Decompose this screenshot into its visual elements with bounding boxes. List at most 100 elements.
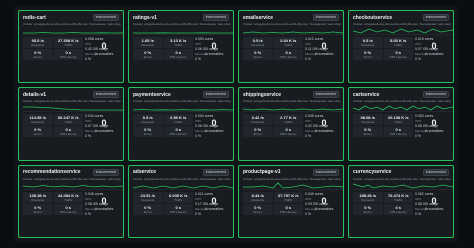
metrics-grid: 8.44 /s Requests 37.797 K /s Traffic 0 %… — [243, 191, 303, 215]
service-card[interactable]: redis-cart Instrumented Cluster: wiregat… — [18, 10, 124, 84]
traffic-metric: 2.77 K /s Traffic — [273, 114, 303, 126]
metric-label: Traffic — [284, 120, 293, 125]
anomalies-summary[interactable]: 0 Anomalies — [89, 196, 119, 211]
anomalies-label: Anomalies — [424, 205, 444, 211]
service-name[interactable]: recommendationservice — [23, 169, 81, 175]
errors-metric: 0 % Errors — [23, 203, 53, 215]
metric-label: Requests — [251, 120, 265, 125]
service-name[interactable]: shippingservice — [243, 92, 281, 98]
anomalies-label: Anomalies — [204, 128, 224, 134]
instrumented-badge: Instrumented — [92, 168, 119, 176]
service-card[interactable]: details-v1 Instrumented Cluster: wiregat… — [18, 87, 124, 161]
anomalies-summary[interactable]: 0 Anomalies — [89, 118, 119, 133]
anomalies-count: 0 — [101, 41, 107, 51]
service-name[interactable]: ratings-v1 — [133, 15, 157, 21]
instrumented-badge: Instrumented — [422, 91, 449, 99]
metrics-grid: 93.5 /s Requests 27.308 K /s Traffic 0 %… — [23, 37, 83, 60]
instrumented-badge: Instrumented — [92, 14, 119, 21]
anomalies-summary[interactable]: 0 Anomalies — [199, 118, 229, 133]
traffic-metric: 3.13 K /s Traffic — [163, 37, 193, 48]
traffic-metric: 27.308 K /s Traffic — [53, 37, 83, 48]
metric-label: Traffic — [394, 120, 403, 125]
metric-label: P95 Latency — [279, 55, 297, 59]
metrics-grid: 185.28 /s Requests 76.474 K /s Traffic 0… — [353, 191, 413, 215]
anomalies-count: 0 — [101, 118, 107, 129]
anomalies-summary[interactable]: 0 Anomalies — [199, 196, 229, 211]
service-card[interactable]: checkoutservice Instrumented Cluster: wi… — [348, 10, 454, 84]
anomalies-summary[interactable]: 0 Anomalies — [89, 41, 119, 56]
anomalies-summary[interactable]: 0 Anomalies — [309, 41, 339, 56]
sparkline-chart — [23, 106, 123, 113]
metric-label: P95 Latency — [279, 132, 297, 137]
service-name[interactable]: emailservice — [243, 15, 273, 21]
service-name[interactable]: adservice — [133, 169, 156, 175]
anomalies-count: 0 — [211, 118, 217, 129]
metric-label: Requests — [31, 120, 45, 125]
latency-metric: 0 s P95 Latency — [273, 203, 303, 215]
metrics-grid: 23.51 /s Requests 6.035 K /s Traffic 0 %… — [133, 191, 193, 215]
service-name[interactable]: currencyservice — [353, 169, 391, 175]
latency-metric: 0 s P95 Latency — [273, 126, 303, 138]
memory-percent: 0 % — [195, 211, 202, 216]
service-name[interactable]: productpage-v1 — [243, 169, 281, 175]
sparkline-chart — [353, 105, 453, 113]
metric-label: Errors — [33, 209, 42, 214]
anomalies-summary[interactable]: 0 Anomalies — [419, 41, 449, 56]
sparkline-series — [243, 108, 343, 111]
latency-metric: 0 s P95 Latency — [53, 203, 83, 215]
service-card[interactable]: ratings-v1 Instrumented Cluster: wiregat… — [128, 10, 234, 84]
service-card[interactable]: recommendationservice Instrumented Clust… — [18, 164, 124, 238]
sparkline-chart — [133, 109, 233, 113]
service-card[interactable]: adservice Instrumented Cluster: wiregate… — [128, 164, 234, 238]
service-card[interactable]: productpage-v1 Instrumented Cluster: wir… — [238, 164, 344, 238]
latency-metric: 0 s P95 Latency — [163, 49, 193, 60]
card-header: emailservice Instrumented — [239, 11, 343, 22]
anomalies-summary[interactable]: 0 Anomalies — [199, 41, 229, 56]
traffic-metric: 76.474 K /s Traffic — [383, 191, 413, 203]
memory-percent: 0 % — [195, 134, 202, 139]
metrics-grid: 114.55 /s Requests 66.247 K /s Traffic 0… — [23, 114, 83, 138]
card-header: cartservice Instrumented — [349, 88, 453, 99]
card-subtitle: Cluster: wiregate-demo-ebs-socks-eu02-k8… — [243, 176, 341, 181]
requests-metric: 23.51 /s Requests — [133, 191, 163, 203]
anomalies-label: Anomalies — [314, 205, 334, 211]
requests-metric: 114.55 /s Requests — [23, 114, 53, 126]
anomalies-summary[interactable]: 0 Anomalies — [419, 118, 449, 133]
card-subtitle: Cluster: wiregate-demo-ebs-socks-eu02-k8… — [23, 99, 121, 104]
instrumented-badge: Instrumented — [422, 14, 449, 21]
service-card[interactable]: currencyservice Instrumented Cluster: wi… — [348, 164, 454, 238]
sparkline-series — [243, 31, 343, 34]
memory-percent: 0 % — [415, 211, 422, 216]
metrics-grid: 0.5 /s Requests 8.03 K /s Traffic 0 % Er… — [353, 37, 413, 60]
metric-label: Errors — [253, 55, 262, 59]
instrumented-badge: Instrumented — [312, 91, 339, 99]
service-card[interactable]: emailservice Instrumented Cluster: wireg… — [238, 10, 344, 84]
metric-label: Traffic — [64, 43, 73, 47]
anomalies-label: Anomalies — [94, 128, 114, 134]
metrics-grid: 3.42 /s Requests 2.77 K /s Traffic 0 % E… — [243, 114, 303, 138]
anomalies-count: 0 — [101, 195, 107, 206]
requests-metric: 1.65 /s Requests — [133, 37, 163, 48]
service-card[interactable]: paymentservice Instrumented Cluster: wir… — [128, 87, 234, 161]
service-name[interactable]: paymentservice — [133, 92, 171, 98]
memory-percent: 0 % — [415, 57, 422, 61]
sparkline-chart — [133, 185, 233, 190]
anomalies-summary[interactable]: 0 Anomalies — [419, 196, 449, 211]
metric-label: P95 Latency — [59, 55, 77, 59]
service-name[interactable]: redis-cart — [23, 15, 46, 21]
anomalies-summary[interactable]: 0 Anomalies — [309, 118, 339, 133]
anomalies-summary[interactable]: 0 Anomalies — [309, 196, 339, 211]
traffic-metric: 2.04 K /s Traffic — [273, 37, 303, 48]
service-card[interactable]: cartservice Instrumented Cluster: wirega… — [348, 87, 454, 161]
card-header: adservice Instrumented — [129, 166, 233, 177]
sparkline-chart — [353, 28, 453, 35]
metrics-grid: 0.5 /s Requests 0.59 K /s Traffic 0 % Er… — [133, 114, 193, 138]
service-card[interactable]: shippingservice Instrumented Cluster: wi… — [238, 87, 344, 161]
service-name[interactable]: details-v1 — [23, 92, 46, 98]
service-name[interactable]: checkoutservice — [353, 15, 392, 21]
sparkline-series — [353, 28, 453, 34]
service-name[interactable]: cartservice — [353, 92, 379, 98]
latency-metric: 0 s P95 Latency — [53, 126, 83, 138]
traffic-metric: 0.59 K /s Traffic — [163, 114, 193, 126]
latency-metric: 0 s P95 Latency — [53, 49, 83, 60]
